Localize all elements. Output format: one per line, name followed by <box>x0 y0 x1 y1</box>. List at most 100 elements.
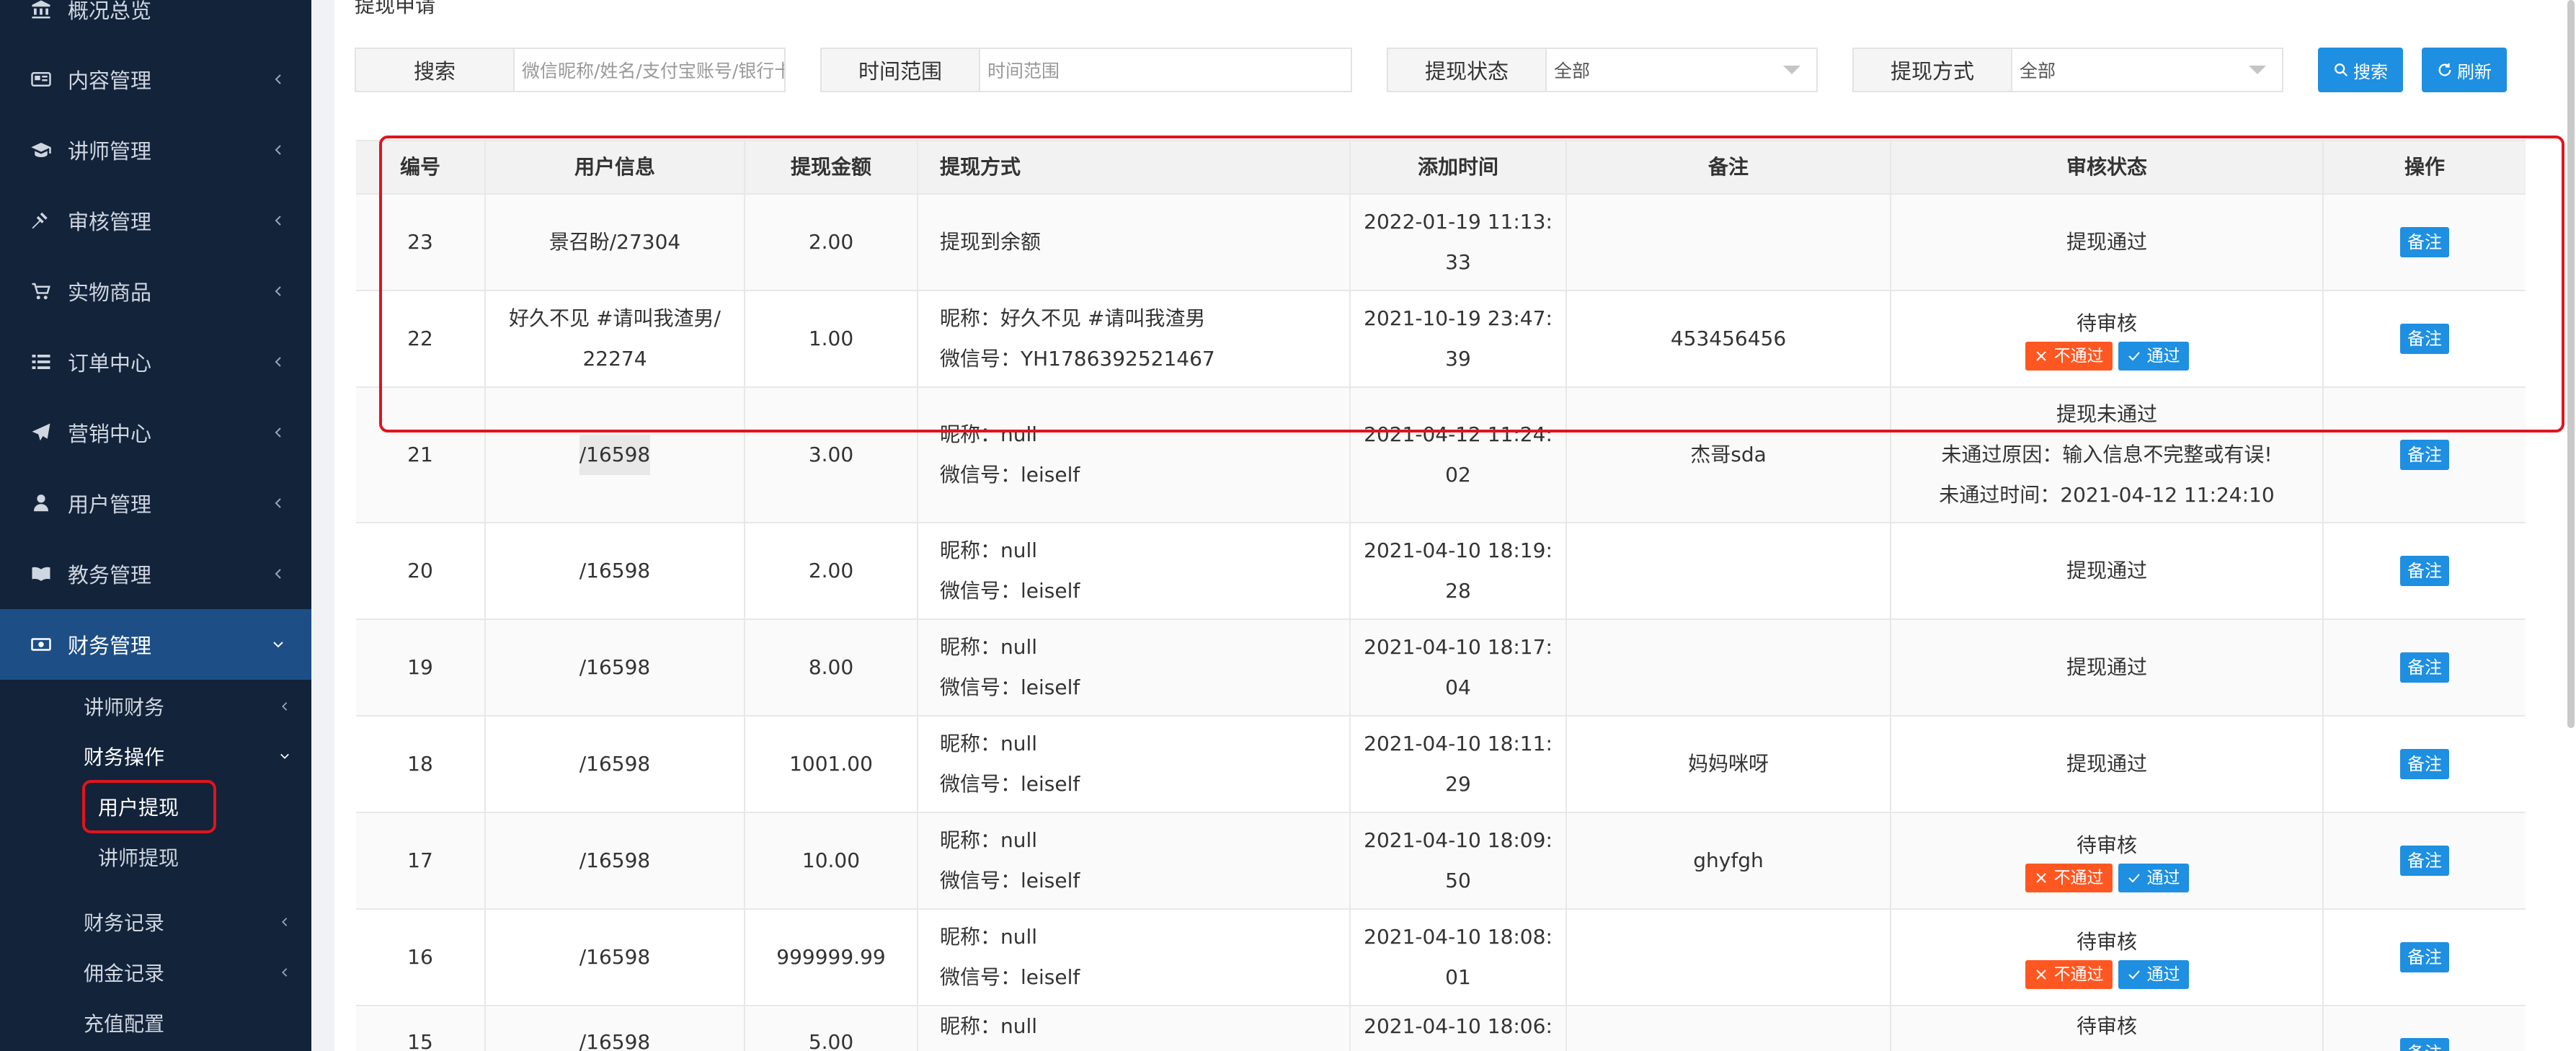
method-line: 昵称：null <box>940 828 1038 852</box>
graduation-cap-icon <box>29 138 53 162</box>
user-icon <box>29 491 53 515</box>
sidebar-sub-recharge-config[interactable]: 充值配置 <box>0 998 311 1048</box>
sidebar-sub-label: 财务操作 <box>84 745 165 769</box>
user-line: /16598 <box>579 435 651 475</box>
caret-down-icon <box>1783 66 1800 74</box>
sidebar-sub-lecturer-finance[interactable]: 讲师财务 <box>0 681 311 732</box>
cell-actions: 备注 <box>2324 717 2526 812</box>
method-line: 昵称：null <box>940 538 1038 562</box>
sidebar-item-users[interactable]: 用户管理 <box>0 468 311 538</box>
cell-status: 待审核 不通过 通过 <box>1891 813 2324 908</box>
book-icon <box>29 562 53 586</box>
sidebar: 概况总览 内容管理 讲师管理 审核管理 实物商品 订单中心 营销中心 用户管理 … <box>0 0 311 1051</box>
cell-id: 17 <box>356 813 486 908</box>
status-text: 待审核 <box>2076 833 2137 857</box>
sidebar-item-label: 教务管理 <box>68 563 152 587</box>
pass-label: 通过 <box>2146 869 2180 887</box>
close-icon <box>2035 873 2046 883</box>
time-line: 2021-04-10 18:11: <box>1364 732 1553 755</box>
pass-button[interactable]: 通过 <box>2118 960 2189 989</box>
note-button[interactable]: 备注 <box>2400 652 2449 683</box>
cell-note: ghyfgh <box>1567 813 1891 908</box>
sidebar-item-goods[interactable]: 实物商品 <box>0 256 311 327</box>
search-button-label: 搜索 <box>2353 61 2388 82</box>
search-button[interactable]: 搜索 <box>2318 48 2403 92</box>
search-input[interactable]: 微信昵称/姓名/支付宝账号/银行卡 <box>513 48 786 92</box>
sidebar-sub-finance-ops[interactable]: 财务操作 <box>0 731 311 781</box>
chevron-left-icon <box>275 427 281 438</box>
pass-button[interactable]: 通过 <box>2118 864 2189 892</box>
chevron-left-icon <box>275 569 281 579</box>
cell-amount: 8.00 <box>745 620 918 715</box>
vertical-scrollbar[interactable] <box>2567 0 2575 728</box>
time-label: 时间范围 <box>820 48 979 92</box>
cell-user: /16598 <box>486 620 745 715</box>
reject-button[interactable]: 不通过 <box>2025 864 2113 892</box>
cell-status: 提现通过 <box>1891 523 2324 618</box>
method-select[interactable]: 全部 <box>2011 48 2283 92</box>
sidebar-item-lecturer[interactable]: 讲师管理 <box>0 115 311 185</box>
bank-icon <box>29 0 53 22</box>
cell-user: /16598 <box>486 813 745 908</box>
note-button[interactable]: 备注 <box>2400 1038 2449 1051</box>
chevron-left-icon <box>275 286 281 296</box>
sidebar-item-label: 内容管理 <box>68 68 152 93</box>
method-line: 微信号：leiself <box>940 772 1080 796</box>
cell-status: 提现通过 <box>1891 620 2324 715</box>
time-range-input[interactable]: 时间范围 <box>979 48 1352 92</box>
sidebar-item-content[interactable]: 内容管理 <box>0 44 311 115</box>
sidebar-item-label: 财务管理 <box>68 634 152 658</box>
sidebar-item-academic[interactable]: 教务管理 <box>0 538 311 609</box>
status-select[interactable]: 全部 <box>1545 48 1818 92</box>
method-label: 提现方式 <box>1852 48 2011 92</box>
check-icon <box>2128 970 2140 980</box>
reject-button[interactable]: 不通过 <box>2025 960 2113 989</box>
caret-down-icon <box>2249 66 2266 74</box>
chevron-left-icon <box>282 702 288 711</box>
note-button[interactable]: 备注 <box>2400 846 2449 876</box>
time-line: 2021-04-10 18:17: <box>1364 635 1553 659</box>
reject-label: 不通过 <box>2053 869 2104 887</box>
chevron-left-icon <box>282 918 288 926</box>
note-button[interactable]: 备注 <box>2400 440 2449 470</box>
chevron-left-icon <box>282 968 288 977</box>
sidebar-item-overview[interactable]: 概况总览 <box>0 0 311 45</box>
sidebar-item-review[interactable]: 审核管理 <box>0 185 311 256</box>
cell-note: 妈妈咪呀 <box>1567 717 1891 812</box>
cell-user: /16598 <box>486 523 745 618</box>
search-icon <box>2335 63 2348 77</box>
reject-time: 未通过时间：2021-04-12 11:24:10 <box>1939 483 2275 507</box>
chevron-left-icon <box>275 216 281 226</box>
sidebar-item-label: 订单中心 <box>68 351 152 376</box>
chevron-left-icon <box>275 357 281 367</box>
sidebar-item-orders[interactable]: 订单中心 <box>0 327 311 397</box>
time-line: 2021-04-10 18:19: <box>1364 538 1553 562</box>
sidebar-sub-finance-records[interactable]: 财务记录 <box>0 897 311 947</box>
table-row: 17 /16598 10.00 昵称：null 微信号：leiself 2021-… <box>356 813 2526 910</box>
cell-amount: 999999.99 <box>745 910 918 1005</box>
note-button[interactable]: 备注 <box>2400 942 2449 972</box>
cell-id: 16 <box>356 910 486 1005</box>
note-button[interactable]: 备注 <box>2400 749 2449 779</box>
sidebar-item-finance[interactable]: 财务管理 <box>0 609 311 680</box>
chevron-down-icon <box>273 642 283 648</box>
sidebar-sub-commission[interactable]: 佣金记录 <box>0 947 311 998</box>
gavel-icon <box>29 208 53 233</box>
cell-time: 2021-04-10 18:09: 50 <box>1351 813 1567 908</box>
sidebar-sub-lecturer-withdraw[interactable]: 讲师提现 <box>0 832 311 882</box>
sidebar-item-marketing[interactable]: 营销中心 <box>0 397 311 468</box>
note-button[interactable]: 备注 <box>2400 556 2449 586</box>
sidebar-sub-label: 讲师提现 <box>98 846 179 870</box>
cell-method: 昵称：null <box>918 1006 1351 1051</box>
sidebar-item-label: 概况总览 <box>68 0 152 23</box>
cell-id: 18 <box>356 717 486 812</box>
cart-icon <box>29 279 53 303</box>
cell-actions: 备注 <box>2324 523 2526 618</box>
chevron-down-icon <box>280 753 289 759</box>
cell-amount: 5.00 <box>745 1006 918 1051</box>
sidebar-item-label: 审核管理 <box>68 210 152 234</box>
cell-status: 待审核 不通过 通过 <box>1891 910 2324 1005</box>
method-line: 微信号：leiself <box>940 463 1080 487</box>
cell-note <box>1567 620 1891 715</box>
refresh-button[interactable]: 刷新 <box>2422 48 2507 92</box>
